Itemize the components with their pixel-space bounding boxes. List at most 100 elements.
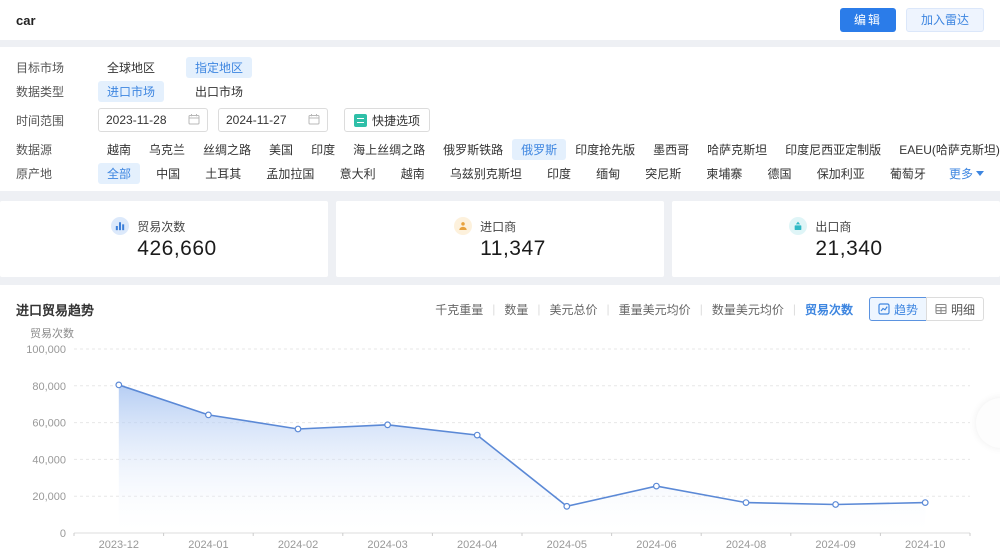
metric-item[interactable]: 美元总价 [550,301,598,318]
metric-separator: | [606,302,610,316]
data-source-option[interactable]: 墨西哥 [644,139,698,160]
edit-button[interactable]: 编辑 [839,8,896,32]
quick-options-label: 快捷选项 [372,113,421,128]
start-date-input[interactable]: 2023-11-28 [98,108,208,132]
metric-separator: | [699,302,703,316]
svg-text:100,000: 100,000 [26,344,66,356]
trend-chart[interactable]: 贸易次数 0 20,000 40,000 60,000 80,000 100,000 2023… [16,325,984,556]
stat-head: 进口商 [454,217,546,235]
stat-label: 贸易次数 [137,219,186,234]
detail-view-button[interactable]: 明细 [925,297,984,321]
chart-title: 进口贸易趋势 [16,302,95,318]
chart-panel: 进口贸易趋势 千克重量 | 数量 | 美元总价 | 重量美元均价 | 数量美元均价 | 贸易次数 趋… [0,285,1000,556]
filter-row-data-source: 数据源 越南 乌克兰 丝绸之路 美国 印度 海上丝绸之路 俄罗斯铁路 俄罗斯 印度抢先版 墨西哥哈… [16,137,1000,161]
stat-card: 贸易次数 426,660 [0,201,328,277]
stat-label: 出口商 [815,219,852,234]
metric-separator: | [537,302,541,316]
stat-card: 进口商 11,347 [336,201,664,277]
origin-option[interactable]: 柬埔寨 [697,163,751,184]
svg-text:2024-03: 2024-03 [367,539,407,551]
origin-options: 全部 中国 土耳其 孟加拉国 意大利 越南 乌兹别克斯坦 印度 缅甸 突尼斯 柬埔寨 德国 保加利亚 葡萄… [98,162,935,184]
data-source-option[interactable]: 俄罗斯 [512,138,567,160]
chart-header: 进口贸易趋势 千克重量 | 数量 | 美元总价 | 重量美元均价 | 数量美元均价 | 贸易次数 趋… [16,297,984,321]
calendar-icon [308,113,320,128]
origin-option[interactable]: 越南 [392,163,434,184]
stat-box: 出口商 21,340 [789,217,882,261]
origin-label: 原产地 [16,166,53,181]
target-market-option[interactable]: 指定地区 [186,56,253,78]
origin-option[interactable]: 孟加拉国 [257,163,323,184]
svg-text:2024-02: 2024-02 [278,539,318,551]
data-source-option[interactable]: EAEU(哈萨克斯坦) [890,139,1000,160]
data-source-option[interactable]: 俄罗斯铁路 [434,139,512,160]
filter-row-date-range: 时间范围 2023-11-28 2024-11-27 快捷选项 [16,108,984,132]
svg-text:2024-08: 2024-08 [726,539,766,551]
start-date-value: 2023-11-28 [106,113,167,127]
svg-text:2024-10: 2024-10 [905,539,945,551]
data-type-option[interactable]: 出口市场 [186,81,252,102]
origin-option[interactable]: 意大利 [331,163,385,184]
metric-item[interactable]: 数量 [504,301,528,318]
add-radar-button[interactable]: 加入雷达 [905,8,984,32]
exporter-icon [789,217,808,235]
quick-options-icon [354,113,367,127]
data-source-option[interactable]: 印度尼西亚定制版 [776,139,890,160]
trend-icon [878,303,890,315]
svg-text:2024-06: 2024-06 [636,539,676,551]
origin-option[interactable]: 全部 [98,162,141,184]
stat-box: 贸易次数 426,660 [111,217,216,261]
origin-option[interactable]: 保加利亚 [808,163,874,184]
more-label: 更多 [948,166,973,181]
data-source-option[interactable]: 哈萨克斯坦 [698,139,776,160]
table-icon [935,303,947,315]
bar-chart-icon [111,217,130,235]
metric-item[interactable]: 数量美元均价 [712,301,784,318]
quick-options-button[interactable]: 快捷选项 [344,108,431,132]
data-source-option[interactable]: 印度抢先版 [566,139,644,160]
detail-view-label: 明细 [950,302,975,317]
origin-option[interactable]: 土耳其 [196,163,250,184]
data-source-option[interactable]: 印度 [302,139,344,160]
origin-option[interactable]: 德国 [759,163,801,184]
calendar-icon [188,113,200,128]
chart-tools: 千克重量 | 数量 | 美元总价 | 重量美元均价 | 数量美元均价 | 贸易次数 趋势 [435,297,984,321]
data-source-options: 越南 乌克兰 丝绸之路 美国 印度 海上丝绸之路 俄罗斯铁路 俄罗斯 印度抢先版 墨西哥 哈萨克斯坦… [98,138,1000,160]
svg-text:40,000: 40,000 [32,454,66,466]
origin-option[interactable]: 中国 [147,163,189,184]
metric-item[interactable]: 贸易次数 [805,301,853,318]
data-type-label: 数据类型 [16,84,65,99]
data-source-option[interactable]: 美国 [260,139,302,160]
svg-text:2023-12: 2023-12 [99,539,139,551]
metric-item[interactable]: 千克重量 [435,301,483,318]
chevron-down-icon [976,170,984,176]
date-range-label: 时间范围 [16,113,65,128]
end-date-input[interactable]: 2024-11-27 [218,108,328,132]
origin-option[interactable]: 缅甸 [587,163,629,184]
end-date-value: 2024-11-27 [226,113,287,127]
data-type-options: 进口市场 出口市场 [98,80,252,102]
target-market-label: 目标市场 [16,60,65,75]
topbar: car 编辑 加入雷达 [0,0,1000,40]
target-market-option[interactable]: 全球地区 [98,57,164,78]
metric-item[interactable]: 重量美元均价 [619,301,691,318]
svg-text:0: 0 [60,528,66,540]
data-source-option[interactable]: 乌克兰 [140,139,194,160]
page-title: car [16,12,36,28]
origin-option[interactable]: 葡萄牙 [881,163,935,184]
origin-option[interactable]: 印度 [538,163,580,184]
origin-more-link[interactable]: 更多 [949,165,984,182]
filter-row-target-market: 目标市场 全球地区 指定地区 [16,55,984,79]
filter-panel: 目标市场 全球地区 指定地区 数据类型 进口市场 出口市场 时间范围 2023-11… [0,47,1000,191]
origin-option[interactable]: 乌兹别克斯坦 [441,163,531,184]
svg-text:贸易次数: 贸易次数 [30,326,74,340]
svg-text:80,000: 80,000 [32,381,66,393]
trend-view-button[interactable]: 趋势 [868,297,927,321]
origin-option[interactable]: 突尼斯 [636,163,690,184]
data-source-label: 数据源 [16,142,53,157]
data-source-option[interactable]: 丝绸之路 [194,139,260,160]
data-type-option[interactable]: 进口市场 [98,80,165,102]
view-toggle-group: 趋势 明细 [868,297,984,321]
data-source-option[interactable]: 越南 [98,139,140,160]
stats-row: 贸易次数 426,660 进口商 11,347 出口商 21,340 [0,201,1000,277]
data-source-option[interactable]: 海上丝绸之路 [344,139,434,160]
